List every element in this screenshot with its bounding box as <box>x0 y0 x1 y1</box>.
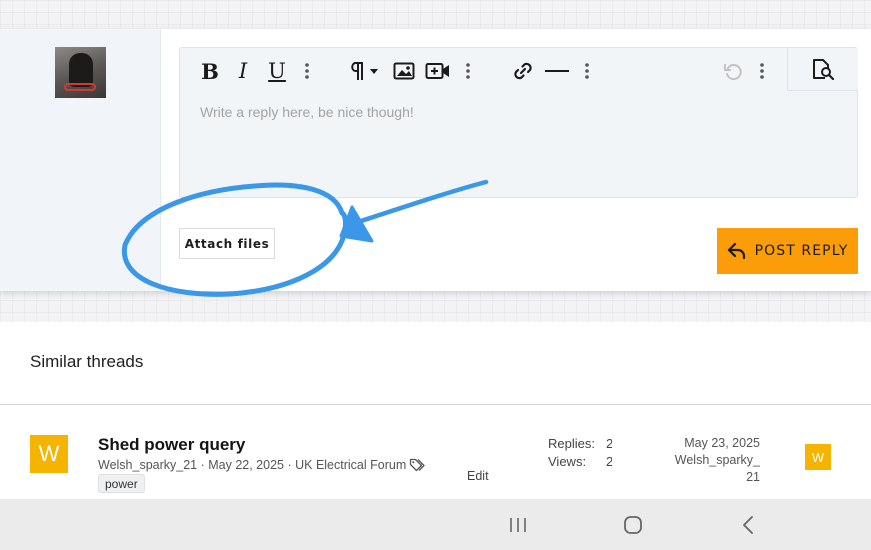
horizontal-line-icon[interactable] <box>544 57 570 85</box>
more-history-options-icon[interactable] <box>755 57 769 85</box>
thread-title-link[interactable]: Shed power query <box>98 435 245 455</box>
similar-threads-heading: Similar threads <box>30 352 144 371</box>
recent-apps-button[interactable] <box>505 512 531 538</box>
post-reply-button[interactable]: POST REPLY <box>717 228 858 274</box>
avatar-column <box>0 29 161 291</box>
home-icon <box>624 516 642 534</box>
last-poster-avatar[interactable]: W <box>805 444 831 470</box>
thread-author-avatar[interactable]: W <box>30 435 68 473</box>
home-button[interactable] <box>620 512 646 538</box>
last-post-user[interactable]: Welsh_sparky_ <box>660 452 760 469</box>
undo-icon[interactable] <box>721 57 745 85</box>
thread-tag[interactable]: power <box>98 474 145 493</box>
tags-icon <box>410 458 425 472</box>
last-post-date[interactable]: May 23, 2025 <box>660 435 760 452</box>
views-value: 2 <box>606 454 612 469</box>
more-text-options-icon[interactable] <box>300 57 314 85</box>
reply-editor: B I U <box>179 47 858 198</box>
recent-apps-icon <box>510 518 526 532</box>
last-post-info: May 23, 2025 Welsh_sparky_ 21 <box>660 435 760 486</box>
thread-author-link[interactable]: Welsh_sparky_21 <box>98 458 197 472</box>
replies-value: 2 <box>606 436 612 451</box>
thread-date: May 22, 2025 <box>208 458 284 472</box>
attach-files-button[interactable]: Attach files <box>179 228 275 259</box>
more-insert-options-icon[interactable] <box>461 57 475 85</box>
reply-icon <box>727 242 745 260</box>
edit-link[interactable]: Edit <box>467 469 489 483</box>
insert-video-icon[interactable] <box>425 57 451 85</box>
underline-button[interactable]: U <box>266 57 288 85</box>
divider <box>0 404 871 405</box>
views-label: Views: <box>548 454 587 469</box>
thread-meta: Welsh_sparky_21 · May 22, 2025 · UK Elec… <box>98 458 425 472</box>
similar-threads-section: Similar threads W Shed power query Welsh… <box>0 322 871 499</box>
attach-files-label: Attach files <box>184 236 270 251</box>
replies-label: Replies: <box>548 436 595 451</box>
insert-image-icon[interactable] <box>392 57 416 85</box>
thread-stats: Replies: 2 Views: 2 <box>548 435 612 471</box>
system-nav-bar <box>0 499 871 550</box>
last-post-user-continued[interactable]: 21 <box>660 469 760 486</box>
editor-toolbar: B I U <box>180 48 858 94</box>
more-options-icon[interactable] <box>580 57 594 85</box>
thread-forum-link[interactable]: UK Electrical Forum <box>295 458 406 472</box>
avatar[interactable] <box>55 47 106 98</box>
paragraph-format-icon[interactable] <box>346 57 380 85</box>
bold-button[interactable]: B <box>200 57 220 85</box>
preview-toggle-button[interactable] <box>787 48 858 91</box>
italic-button[interactable]: I <box>234 57 252 85</box>
reply-textarea[interactable] <box>200 104 830 184</box>
insert-link-icon[interactable] <box>511 57 535 85</box>
back-button[interactable] <box>735 512 761 538</box>
reply-form: B I U Write a reply here, be nice though… <box>0 29 871 291</box>
back-chevron-icon <box>743 516 753 534</box>
preview-icon <box>813 59 835 80</box>
post-reply-label: POST REPLY <box>754 243 849 259</box>
